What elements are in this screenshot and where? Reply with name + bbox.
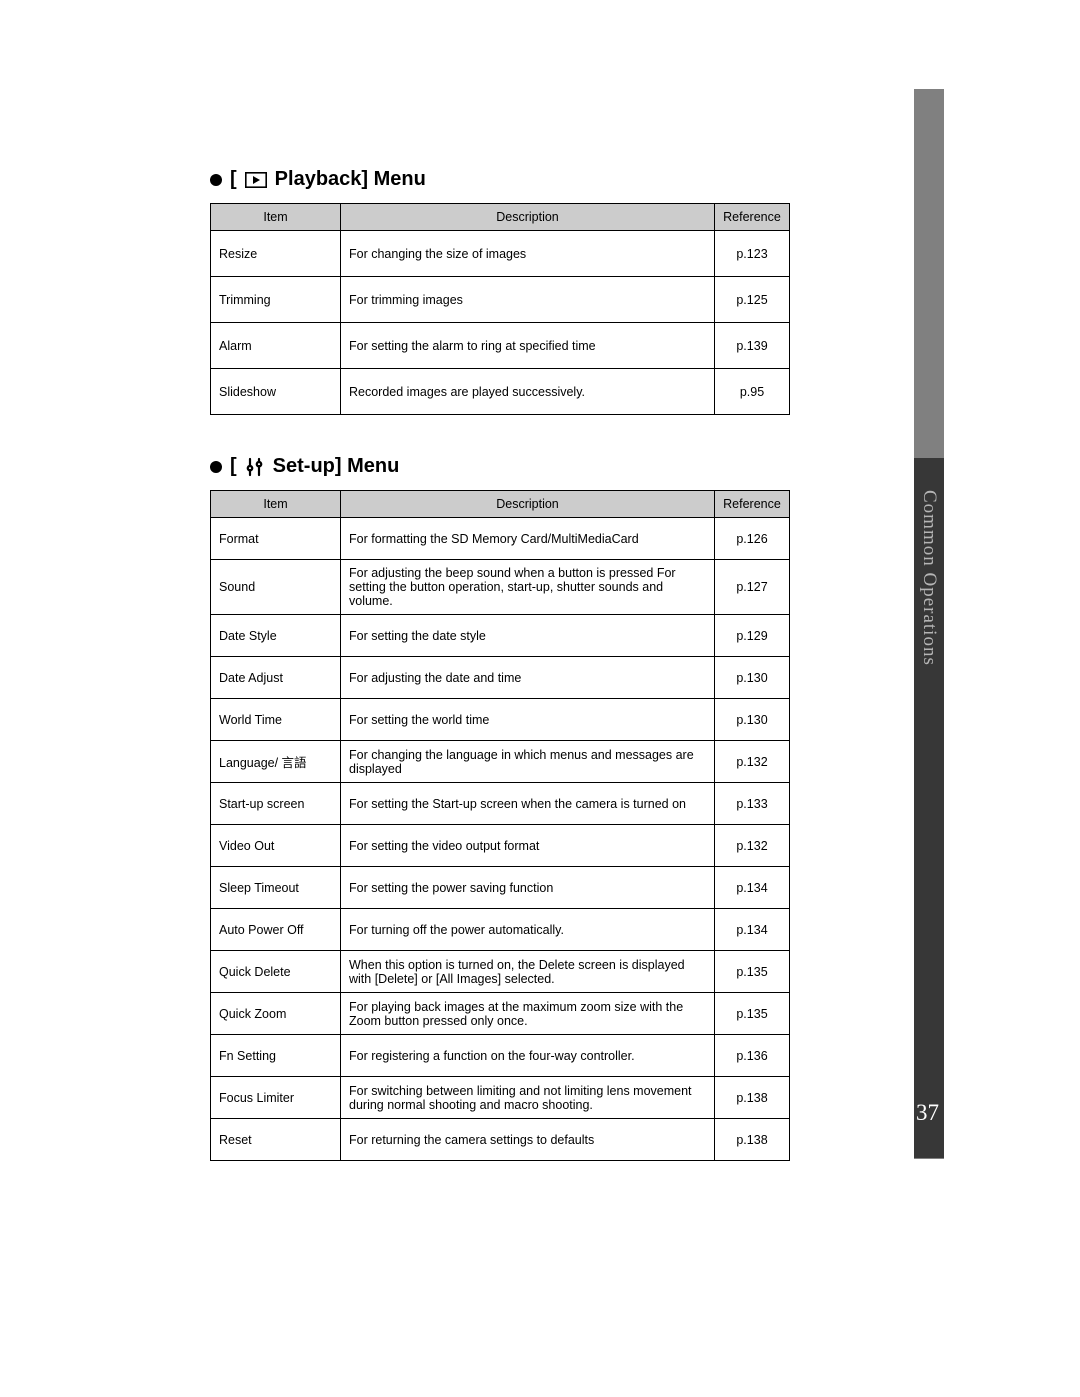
cell-description: For switching between limiting and not l… — [341, 1077, 715, 1119]
cell-item: Trimming — [211, 277, 341, 323]
cell-item: Reset — [211, 1119, 341, 1161]
table-row: Language/ 言語For changing the language in… — [211, 741, 790, 783]
cell-item: Quick Zoom — [211, 993, 341, 1035]
table-row: World TimeFor setting the world timep.13… — [211, 699, 790, 741]
cell-reference: p.138 — [715, 1077, 790, 1119]
cell-item: Date Adjust — [211, 657, 341, 699]
table-row: Auto Power OffFor turning off the power … — [211, 909, 790, 951]
bracket-open: [ — [230, 168, 237, 191]
table-row: Focus LimiterFor switching between limit… — [211, 1077, 790, 1119]
header-item: Item — [211, 491, 341, 518]
cell-description: For changing the size of images — [341, 231, 715, 277]
cell-description: For adjusting the beep sound when a butt… — [341, 560, 715, 615]
cell-reference: p.133 — [715, 783, 790, 825]
cell-item: Focus Limiter — [211, 1077, 341, 1119]
header-description: Description — [341, 491, 715, 518]
bracket-open: [ — [230, 455, 237, 478]
table-row: ResetFor returning the camera settings t… — [211, 1119, 790, 1161]
table-header-row: Item Description Reference — [211, 491, 790, 518]
table-row: Quick DeleteWhen this option is turned o… — [211, 951, 790, 993]
table-row: SoundFor adjusting the beep sound when a… — [211, 560, 790, 615]
cell-description: When this option is turned on, the Delet… — [341, 951, 715, 993]
table-row: Date StyleFor setting the date stylep.12… — [211, 615, 790, 657]
header-reference: Reference — [715, 204, 790, 231]
cell-description: For setting the world time — [341, 699, 715, 741]
setup-table: Item Description Reference FormatFor for… — [210, 490, 790, 1161]
cell-reference: p.126 — [715, 518, 790, 560]
cell-description: For registering a function on the four-w… — [341, 1035, 715, 1077]
playback-icon — [245, 172, 267, 188]
cell-reference: p.135 — [715, 951, 790, 993]
cell-reference: p.138 — [715, 1119, 790, 1161]
table-row: FormatFor formatting the SD Memory Card/… — [211, 518, 790, 560]
cell-description: For setting the alarm to ring at specifi… — [341, 323, 715, 369]
cell-item: Format — [211, 518, 341, 560]
cell-reference: p.129 — [715, 615, 790, 657]
table-row: Quick ZoomFor playing back images at the… — [211, 993, 790, 1035]
cell-reference: p.130 — [715, 699, 790, 741]
cell-reference: p.136 — [715, 1035, 790, 1077]
cell-item: Sound — [211, 560, 341, 615]
bullet-icon — [210, 461, 222, 473]
cell-item: Quick Delete — [211, 951, 341, 993]
cell-item: Language/ 言語 — [211, 741, 341, 783]
cell-description: For setting the power saving function — [341, 867, 715, 909]
table-row: TrimmingFor trimming imagesp.125 — [211, 277, 790, 323]
section-label: Common Operations — [918, 490, 940, 666]
table-row: Fn SettingFor registering a function on … — [211, 1035, 790, 1077]
page-content: [ Playback] Menu Item Description Refere… — [210, 168, 790, 1201]
setup-heading: [ Set-up] Menu — [210, 455, 790, 478]
header-reference: Reference — [715, 491, 790, 518]
table-row: ResizeFor changing the size of imagesp.1… — [211, 231, 790, 277]
cell-reference: p.95 — [715, 369, 790, 415]
setup-icon — [245, 457, 265, 477]
cell-reference: p.123 — [715, 231, 790, 277]
cell-reference: p.134 — [715, 909, 790, 951]
cell-reference: p.139 — [715, 323, 790, 369]
cell-description: For setting the video output format — [341, 825, 715, 867]
cell-item: Resize — [211, 231, 341, 277]
cell-reference: p.134 — [715, 867, 790, 909]
cell-description: Recorded images are played successively. — [341, 369, 715, 415]
cell-description: For setting the date style — [341, 615, 715, 657]
table-row: Sleep TimeoutFor setting the power savin… — [211, 867, 790, 909]
table-row: Date AdjustFor adjusting the date and ti… — [211, 657, 790, 699]
header-description: Description — [341, 204, 715, 231]
cell-item: Sleep Timeout — [211, 867, 341, 909]
cell-reference: p.135 — [715, 993, 790, 1035]
cell-description: For setting the Start-up screen when the… — [341, 783, 715, 825]
header-item: Item — [211, 204, 341, 231]
cell-description: For returning the camera settings to def… — [341, 1119, 715, 1161]
table-header-row: Item Description Reference — [211, 204, 790, 231]
cell-item: Start-up screen — [211, 783, 341, 825]
cell-item: Slideshow — [211, 369, 341, 415]
cell-description: For formatting the SD Memory Card/MultiM… — [341, 518, 715, 560]
cell-description: For adjusting the date and time — [341, 657, 715, 699]
cell-description: For changing the language in which menus… — [341, 741, 715, 783]
table-row: AlarmFor setting the alarm to ring at sp… — [211, 323, 790, 369]
cell-description: For playing back images at the maximum z… — [341, 993, 715, 1035]
cell-item: World Time — [211, 699, 341, 741]
cell-item: Fn Setting — [211, 1035, 341, 1077]
bullet-icon — [210, 174, 222, 186]
cell-reference: p.132 — [715, 825, 790, 867]
table-row: Start-up screenFor setting the Start-up … — [211, 783, 790, 825]
table-row: SlideshowRecorded images are played succ… — [211, 369, 790, 415]
playback-table: Item Description Reference ResizeFor cha… — [210, 203, 790, 415]
cell-reference: p.127 — [715, 560, 790, 615]
cell-reference: p.130 — [715, 657, 790, 699]
cell-item: Video Out — [211, 825, 341, 867]
playback-heading: [ Playback] Menu — [210, 168, 790, 191]
cell-description: For turning off the power automatically. — [341, 909, 715, 951]
cell-reference: p.132 — [715, 741, 790, 783]
cell-reference: p.125 — [715, 277, 790, 323]
cell-item: Auto Power Off — [211, 909, 341, 951]
cell-item: Alarm — [211, 323, 341, 369]
page-number: 37 — [914, 1100, 941, 1126]
cell-description: For trimming images — [341, 277, 715, 323]
table-row: Video OutFor setting the video output fo… — [211, 825, 790, 867]
cell-item: Date Style — [211, 615, 341, 657]
playback-title-text: Playback] Menu — [275, 168, 426, 191]
setup-title-text: Set-up] Menu — [273, 455, 400, 478]
